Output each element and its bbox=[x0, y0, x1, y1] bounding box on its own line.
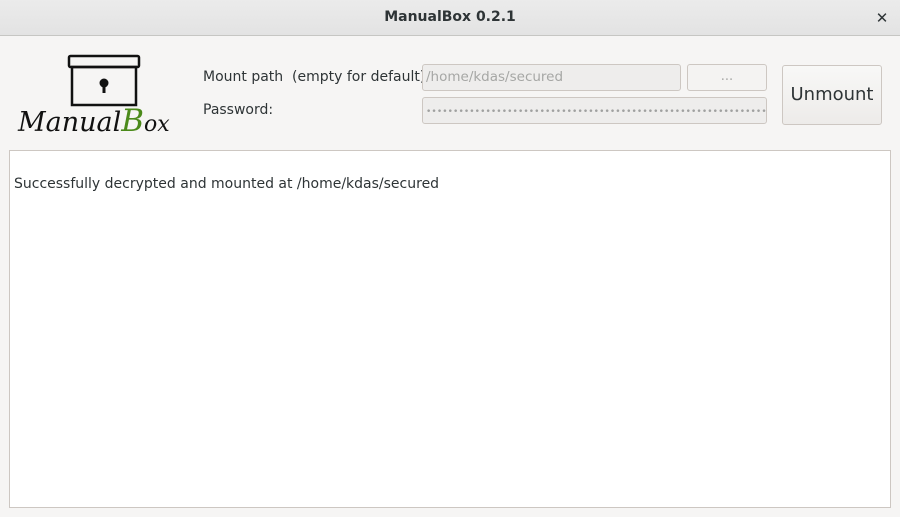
unmount-button[interactable]: Unmount bbox=[782, 65, 882, 125]
password-field[interactable]: ••••••••••••••••••••••••••••••••••••••••… bbox=[422, 97, 767, 124]
browse-button[interactable]: ... bbox=[687, 64, 767, 91]
logo-text-b: B bbox=[120, 103, 144, 138]
close-icon[interactable]: ✕ bbox=[870, 6, 894, 30]
app-window: ManualBox 0.2.1 ✕ ManualBox Mount path (… bbox=[0, 0, 900, 517]
password-label: Password: bbox=[203, 102, 274, 118]
log-message: Successfully decrypted and mounted at /h… bbox=[14, 176, 440, 192]
title-bar: ManualBox 0.2.1 ✕ bbox=[0, 0, 900, 36]
mount-path-field[interactable]: /home/kdas/secured bbox=[422, 64, 681, 91]
mount-path-label: Mount path (empty for default): bbox=[203, 69, 431, 85]
password-mask: ••••••••••••••••••••••••••••••••••••••••… bbox=[426, 107, 767, 117]
log-output[interactable]: Successfully decrypted and mounted at /h… bbox=[9, 150, 891, 508]
window-title: ManualBox 0.2.1 bbox=[384, 9, 516, 25]
svg-text:ManualBox: ManualBox bbox=[17, 103, 170, 138]
app-logo: ManualBox bbox=[17, 54, 170, 138]
logo-text-manual: Manual bbox=[17, 107, 121, 138]
logo-text-ox: ox bbox=[144, 112, 170, 137]
lock-box-icon bbox=[67, 54, 141, 107]
